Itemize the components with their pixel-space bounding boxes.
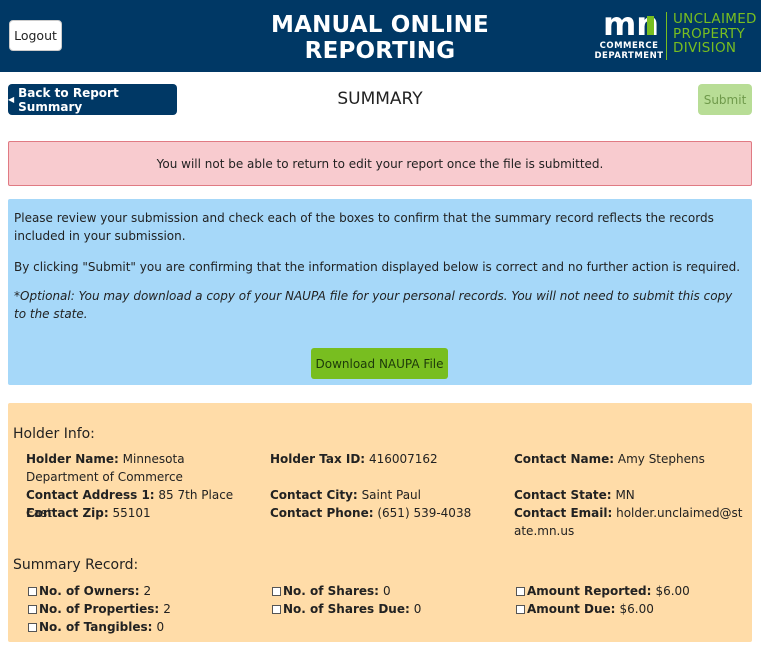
shares-due-checkbox-row[interactable]: No. of Shares Due: 0 <box>272 600 421 618</box>
back-button-label: Back to Report Summary <box>18 85 119 114</box>
owners-checkbox-row[interactable]: No. of Owners: 2 <box>28 582 151 600</box>
logout-button[interactable]: Logout <box>9 20 62 51</box>
info-paragraph-optional: *Optional: You may download a copy of yo… <box>14 289 733 321</box>
contact-phone-field: Contact Phone: (651) 539-4038 <box>270 506 472 520</box>
owners-checkbox[interactable] <box>28 586 37 596</box>
holder-info-heading: Holder Info: <box>13 426 95 442</box>
logo-department-text: COMMERCE DEPARTMENT <box>594 41 664 61</box>
info-paragraph-confirm: By clicking "Submit" you are confirming … <box>14 260 741 274</box>
warning-alert: You will not be able to return to edit y… <box>8 141 752 186</box>
holder-panel: Holder Info: Holder Name: Minnesota Depa… <box>8 403 752 642</box>
holder-tax-id-field: Holder Tax ID: 416007162 <box>270 452 438 466</box>
contact-state-field: Contact State: MN <box>514 488 635 502</box>
download-naupa-file-button[interactable]: Download NAUPA File <box>311 348 448 379</box>
caret-left-icon: ◀ <box>8 95 15 104</box>
info-panel: Please review your submission and check … <box>8 199 752 385</box>
properties-checkbox-row[interactable]: No. of Properties: 2 <box>28 600 171 618</box>
amount-due-checkbox[interactable] <box>516 604 525 614</box>
tangibles-checkbox[interactable] <box>28 622 37 632</box>
shares-checkbox-row[interactable]: No. of Shares: 0 <box>272 582 391 600</box>
app-header: Logout MANUAL ONLINE REPORTING mn COMMER… <box>0 0 761 72</box>
properties-checkbox[interactable] <box>28 604 37 614</box>
warning-text: You will not be able to return to edit y… <box>156 156 604 171</box>
back-to-report-summary-button[interactable]: ◀ Back to Report Summary <box>8 84 177 115</box>
logo-divider <box>666 12 667 60</box>
holder-name-field: Holder Name: Minnesota Department of Com… <box>26 452 185 484</box>
info-paragraph-review: Please review your submission and check … <box>14 211 714 243</box>
amount-reported-checkbox[interactable] <box>516 586 525 596</box>
contact-city-field: Contact City: Saint Paul <box>270 488 421 502</box>
submit-button[interactable]: Submit <box>698 84 752 115</box>
contact-email-field: Contact Email: holder.unclaimed@state.mn… <box>514 506 743 538</box>
amount-reported-checkbox-row[interactable]: Amount Reported: $6.00 <box>516 582 690 600</box>
shares-due-checkbox[interactable] <box>272 604 281 614</box>
shares-checkbox[interactable] <box>272 586 281 596</box>
contact-name-field: Contact Name: Amy Stephens <box>514 452 705 466</box>
contact-zip-field: Contact Zip: 55101 <box>26 506 151 520</box>
amount-due-checkbox-row[interactable]: Amount Due: $6.00 <box>516 600 654 618</box>
tangibles-checkbox-row[interactable]: No. of Tangibles: 0 <box>28 618 164 636</box>
logo-division-text: UNCLAIMED PROPERTY DIVISION <box>673 11 757 56</box>
mn-logo-icon: mn <box>603 10 659 38</box>
page-title: SUMMARY <box>337 89 423 109</box>
page-header-title: MANUAL ONLINE REPORTING <box>271 12 489 64</box>
commerce-logo: mn COMMERCE DEPARTMENT UNCLAIMED PROPERT… <box>594 10 761 62</box>
summary-record-heading: Summary Record: <box>13 557 139 573</box>
